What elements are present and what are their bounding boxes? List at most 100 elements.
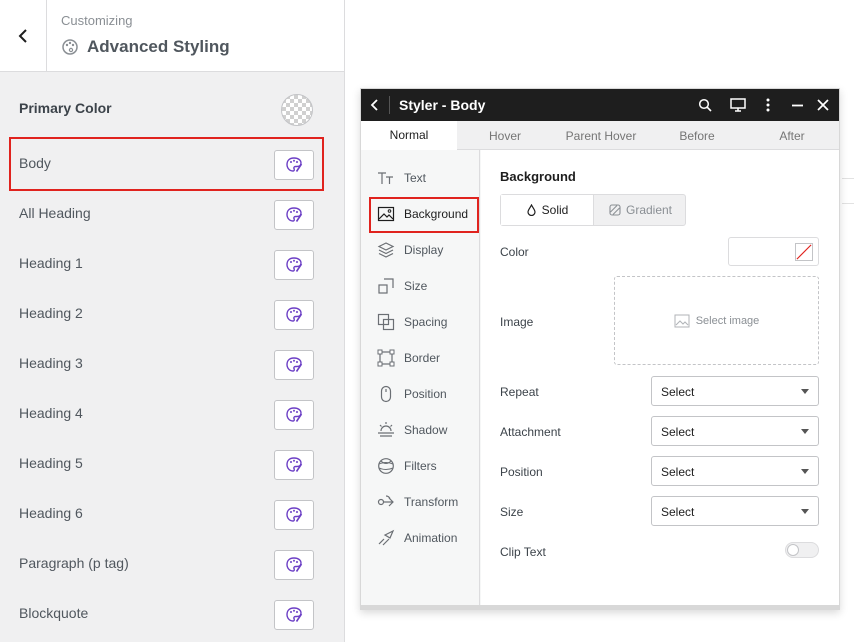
element-row-heading-5: Heading 5 bbox=[0, 439, 344, 489]
styler-back-button[interactable] bbox=[369, 97, 381, 118]
menu-item-shadow[interactable]: Shadow bbox=[361, 412, 480, 448]
palette-brush-icon bbox=[286, 407, 303, 422]
attachment-select[interactable]: Select bbox=[651, 416, 819, 446]
palette-brush-icon bbox=[286, 307, 303, 322]
spacing-icon bbox=[377, 313, 395, 331]
close-button[interactable] bbox=[814, 96, 832, 114]
element-row-all-heading: All Heading bbox=[0, 189, 344, 239]
primary-color-row: Primary Color bbox=[0, 86, 344, 130]
menu-item-border[interactable]: Border bbox=[361, 340, 480, 376]
style-button[interactable] bbox=[274, 450, 314, 480]
element-row-body: Body bbox=[0, 139, 344, 189]
select-value: Select bbox=[661, 505, 695, 519]
no-color-swatch-icon bbox=[795, 243, 813, 261]
more-options-button[interactable] bbox=[759, 96, 777, 114]
style-button[interactable] bbox=[274, 350, 314, 380]
toggle-knob bbox=[787, 544, 799, 556]
mouse-icon bbox=[380, 385, 392, 403]
image-selector[interactable]: Select image bbox=[614, 276, 819, 365]
gradient-label: Gradient bbox=[625, 203, 673, 217]
image-placeholder-icon bbox=[674, 314, 690, 327]
chevron-left-icon bbox=[370, 99, 378, 111]
gradient-mode-button[interactable]: Gradient bbox=[595, 195, 686, 225]
menu-item-text[interactable]: Text bbox=[361, 160, 480, 196]
menu-label: Size bbox=[404, 279, 428, 293]
palette-brush-icon bbox=[286, 157, 303, 172]
menu-item-filters[interactable]: Filters bbox=[361, 448, 480, 484]
element-label: Heading 5 bbox=[19, 455, 83, 471]
size-select[interactable]: Select bbox=[651, 496, 819, 526]
clip-text-toggle[interactable] bbox=[785, 542, 819, 558]
customizer-header: Customizing Advanced Styling bbox=[0, 0, 344, 72]
chevron-down-icon bbox=[801, 509, 809, 514]
page-title-text: Advanced Styling bbox=[87, 37, 230, 56]
solid-label: Solid bbox=[541, 203, 569, 217]
palette-brush-icon bbox=[286, 607, 303, 622]
select-value: Select bbox=[661, 465, 695, 479]
element-row-blockquote: Blockquote bbox=[0, 589, 344, 639]
menu-label: Border bbox=[404, 351, 441, 365]
menu-item-size[interactable]: Size bbox=[361, 268, 480, 304]
header-divider bbox=[389, 96, 390, 114]
style-button[interactable] bbox=[274, 150, 314, 180]
palette-brush-icon bbox=[286, 557, 303, 572]
element-row-paragraph: Paragraph (p tag) bbox=[0, 539, 344, 589]
style-button[interactable] bbox=[274, 600, 314, 630]
tab-normal[interactable]: Normal bbox=[361, 121, 457, 150]
style-button[interactable] bbox=[274, 250, 314, 280]
color-picker[interactable] bbox=[728, 237, 819, 266]
style-button[interactable] bbox=[274, 500, 314, 530]
element-label: Paragraph (p tag) bbox=[19, 555, 129, 571]
drop-icon bbox=[527, 204, 536, 216]
palette-brush-icon bbox=[286, 207, 303, 222]
palette-brush-icon bbox=[286, 357, 303, 372]
element-row-heading-3: Heading 3 bbox=[0, 339, 344, 389]
tab-after[interactable]: After bbox=[745, 121, 839, 150]
background-highlight-box bbox=[369, 197, 479, 233]
styler-dialog: Styler - Body Normal Hover Parent Hover … bbox=[360, 88, 840, 610]
style-button[interactable] bbox=[274, 300, 314, 330]
menu-item-position[interactable]: Position bbox=[361, 376, 480, 412]
chevron-down-icon bbox=[801, 429, 809, 434]
chevron-down-icon bbox=[801, 469, 809, 474]
repeat-select[interactable]: Select bbox=[651, 376, 819, 406]
clip-text-label: Clip Text bbox=[500, 545, 546, 559]
customizing-label: Customizing bbox=[61, 13, 133, 28]
position-label: Position bbox=[500, 465, 543, 479]
filter-globe-icon bbox=[378, 458, 394, 474]
close-icon bbox=[817, 99, 829, 111]
palette-brush-icon bbox=[286, 457, 303, 472]
search-button[interactable] bbox=[696, 96, 714, 114]
device-preview-button[interactable] bbox=[729, 96, 747, 114]
palette-icon bbox=[62, 39, 78, 55]
menu-label: Shadow bbox=[404, 423, 448, 437]
style-button[interactable] bbox=[274, 550, 314, 580]
customizer-panel: Customizing Advanced Styling Primary Col… bbox=[0, 0, 345, 642]
position-select[interactable]: Select bbox=[651, 456, 819, 486]
menu-item-animation[interactable]: Animation bbox=[361, 520, 480, 556]
primary-color-label: Primary Color bbox=[19, 100, 112, 116]
style-button[interactable] bbox=[274, 200, 314, 230]
menu-label: Transform bbox=[404, 495, 459, 509]
solid-mode-button[interactable]: Solid bbox=[501, 195, 594, 225]
color-label: Color bbox=[500, 245, 529, 259]
search-icon bbox=[698, 98, 712, 112]
element-label: Blockquote bbox=[19, 605, 89, 621]
menu-label: Spacing bbox=[404, 315, 448, 329]
style-button[interactable] bbox=[274, 400, 314, 430]
menu-item-spacing[interactable]: Spacing bbox=[361, 304, 480, 340]
tab-hover[interactable]: Hover bbox=[457, 121, 553, 150]
minimize-button[interactable] bbox=[788, 96, 806, 114]
gradient-icon bbox=[609, 204, 621, 216]
size-icon bbox=[378, 278, 394, 294]
element-label: Heading 2 bbox=[19, 305, 83, 321]
primary-color-picker[interactable] bbox=[281, 94, 313, 126]
layers-icon bbox=[377, 242, 395, 258]
tab-before[interactable]: Before bbox=[649, 121, 745, 150]
menu-item-display[interactable]: Display bbox=[361, 232, 480, 268]
element-label: All Heading bbox=[19, 205, 91, 221]
tab-parent-hover[interactable]: Parent Hover bbox=[553, 121, 649, 150]
back-button[interactable] bbox=[0, 0, 47, 72]
menu-label: Text bbox=[404, 171, 427, 185]
menu-item-transform[interactable]: Transform bbox=[361, 484, 480, 520]
